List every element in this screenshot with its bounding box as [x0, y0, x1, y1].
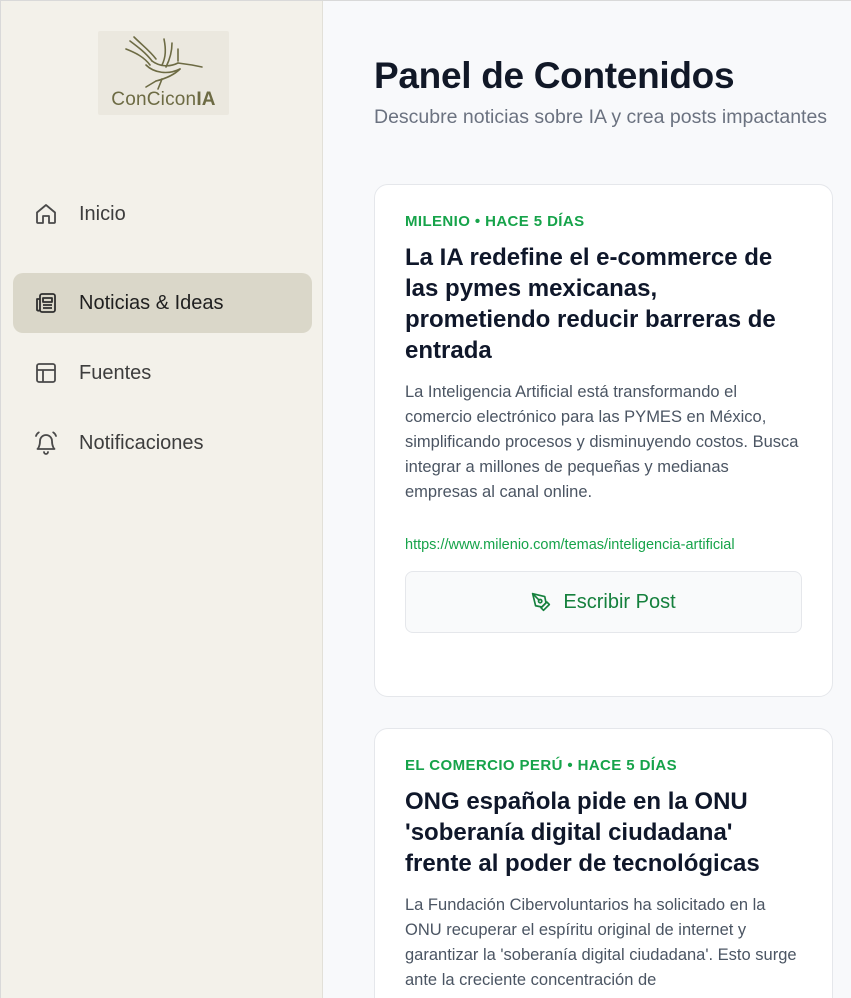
brand-logo[interactable]: ConCiconIA: [98, 31, 229, 115]
main-content: Panel de Contenidos Descubre noticias so…: [324, 1, 851, 998]
layout-icon: [33, 360, 59, 386]
page-subtitle: Descubre noticias sobre IA y crea posts …: [374, 106, 828, 128]
sidebar-item-label: Inicio: [79, 202, 126, 225]
bell-icon: [33, 430, 59, 456]
page-title: Panel de Contenidos: [374, 55, 735, 96]
crane-logo-icon: [125, 36, 203, 90]
write-post-label: Escribir Post: [563, 590, 676, 613]
sidebar-item-label: Noticias & Ideas: [79, 291, 224, 314]
card-source-link[interactable]: https://www.milenio.com/temas/inteligenc…: [405, 537, 802, 553]
pen-tool-icon: [531, 592, 551, 612]
sidebar-item-inicio[interactable]: Inicio: [13, 184, 312, 244]
sidebar-item-notificaciones[interactable]: Notificaciones: [13, 413, 312, 473]
sidebar-item-fuentes[interactable]: Fuentes: [13, 343, 312, 403]
newspaper-icon: [33, 290, 59, 316]
news-card: EL COMERCIO PERÚ • HACE 5 DÍAS ONG españ…: [374, 728, 833, 998]
sidebar-item-label: Notificaciones: [79, 431, 204, 454]
card-source-meta: MILENIO • HACE 5 DÍAS: [405, 213, 585, 230]
news-card: MILENIO • HACE 5 DÍAS La IA redefine el …: [374, 184, 833, 697]
sidebar-item-noticias-ideas[interactable]: Noticias & Ideas: [13, 273, 312, 333]
home-icon: [33, 201, 59, 227]
app-window: ConCiconIA Inicio Noticias & Ideas Fuent…: [0, 0, 851, 998]
card-title: ONG española pide en la ONU 'soberanía d…: [405, 788, 760, 877]
card-source-meta: EL COMERCIO PERÚ • HACE 5 DÍAS: [405, 757, 678, 774]
card-summary: La Inteligencia Artificial está transfor…: [405, 383, 799, 501]
card-title: La IA redefine el e-commerce de las pyme…: [405, 244, 776, 364]
brand-name: ConCiconIA: [111, 89, 216, 110]
write-post-button[interactable]: Escribir Post: [405, 571, 802, 633]
sidebar-item-label: Fuentes: [79, 361, 152, 384]
sidebar: ConCiconIA Inicio Noticias & Ideas Fuent…: [1, 1, 323, 998]
card-summary: La Fundación Cibervoluntarios ha solicit…: [405, 896, 797, 989]
